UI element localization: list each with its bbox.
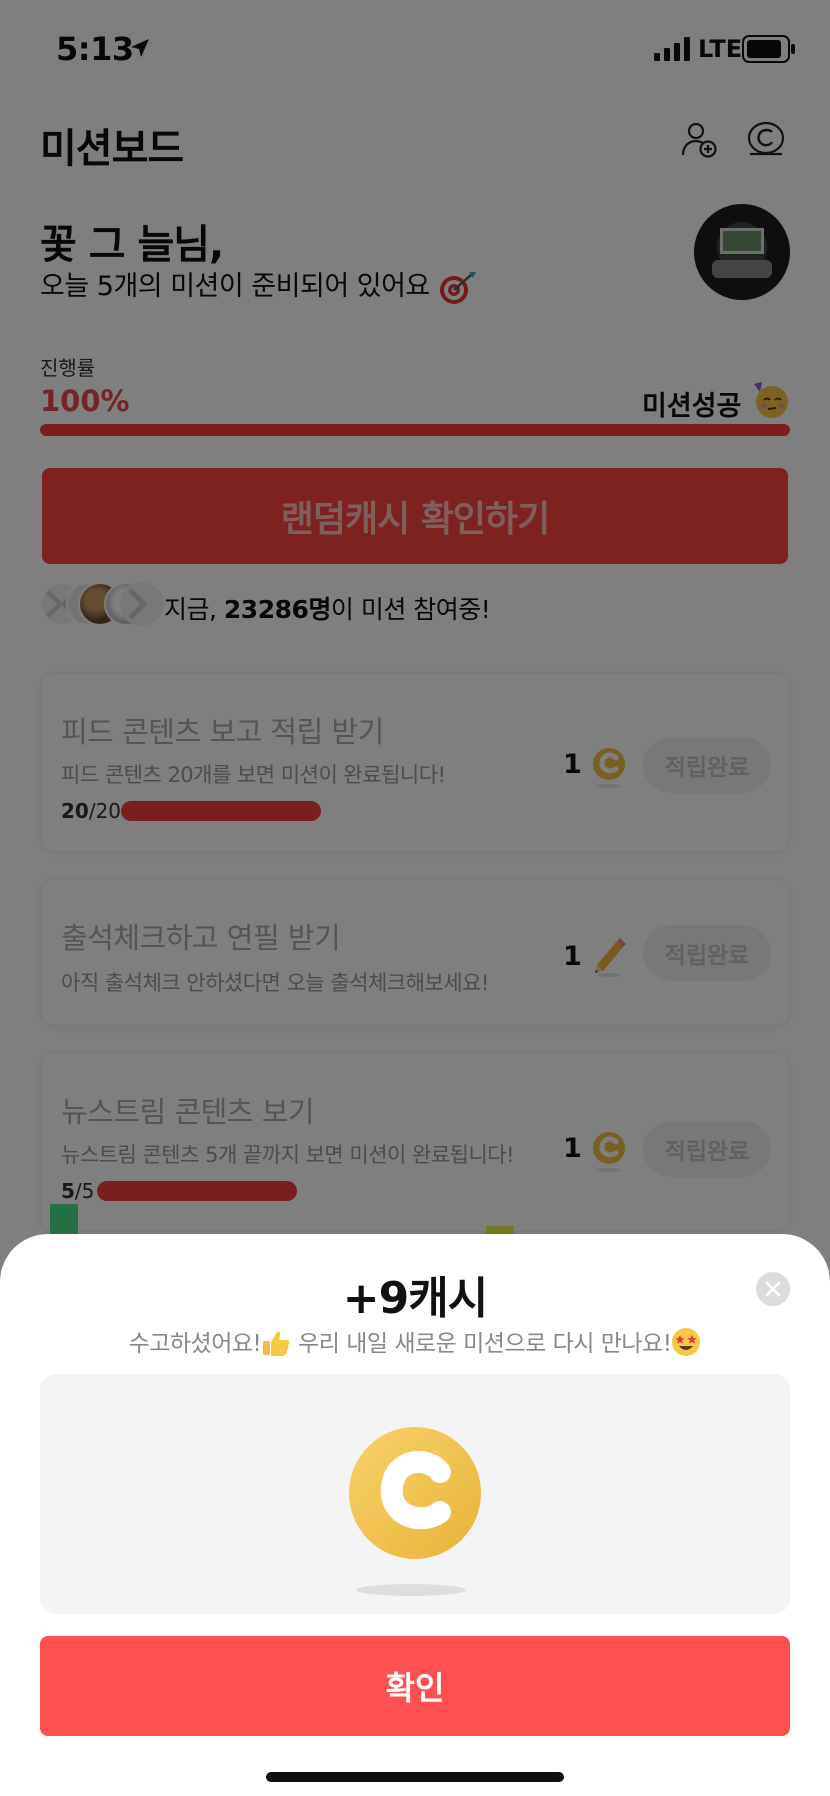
coin-shadow <box>356 1584 466 1596</box>
coin-icon <box>349 1427 481 1559</box>
confirm-button[interactable]: 확인 <box>40 1636 790 1736</box>
close-icon[interactable] <box>756 1272 790 1306</box>
reward-message: 수고하셨어요! 우리 내일 새로운 미션으로 다시 만나요! <box>0 1324 830 1358</box>
reward-bottom-sheet: +9캐시 수고하셨어요! 우리 내일 새로운 미션으로 다시 만나요! 확인 <box>0 1234 830 1796</box>
thumbs-up-emoji-icon <box>263 1331 290 1356</box>
reward-title: +9캐시 <box>342 1273 488 1324</box>
reward-coin-panel <box>40 1374 790 1614</box>
home-indicator <box>266 1772 564 1782</box>
star-struck-emoji-icon <box>672 1328 701 1356</box>
